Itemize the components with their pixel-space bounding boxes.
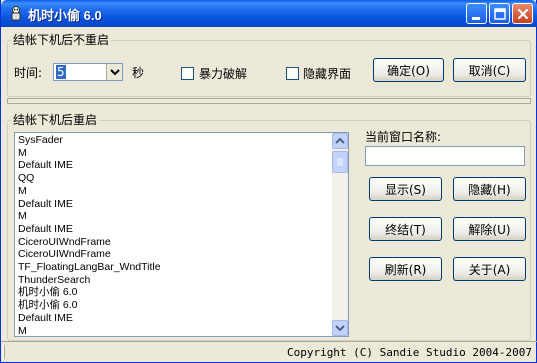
cancel-button[interactable]: 取消(C) bbox=[453, 58, 526, 82]
main-window: 机时小偷 6.0 结帐下机后不重启 时间: 5 秒 暴力破解 隐藏界面 确定(O… bbox=[0, 0, 537, 363]
list-item[interactable]: M bbox=[18, 210, 27, 223]
grip-icon bbox=[337, 158, 343, 166]
list-item[interactable]: ThunderSearch bbox=[18, 274, 90, 287]
hide-interface-checkbox[interactable] bbox=[286, 67, 299, 80]
time-label: 时间: bbox=[14, 66, 43, 80]
hide-interface-label[interactable]: 隐藏界面 bbox=[303, 67, 351, 81]
list-item[interactable]: 机时小偷 6.0 bbox=[18, 299, 78, 312]
list-item[interactable]: TF_FloatingLangBar_WndTitle bbox=[18, 261, 161, 274]
seconds-label: 秒 bbox=[132, 66, 145, 80]
about-button[interactable]: 关于(A) bbox=[453, 257, 526, 281]
maximize-button[interactable] bbox=[489, 3, 510, 24]
show-button[interactable]: 显示(S) bbox=[369, 177, 442, 201]
status-grip bbox=[3, 345, 5, 359]
no-restart-group-title: 结帐下机后不重启 bbox=[11, 33, 112, 47]
list-item[interactable]: SysFader bbox=[18, 134, 63, 147]
current-window-input[interactable] bbox=[365, 146, 525, 166]
vertical-scrollbar[interactable] bbox=[332, 133, 348, 336]
list-item[interactable]: CiceroUIWndFrame bbox=[18, 236, 111, 249]
app-icon bbox=[8, 5, 24, 21]
remove-button[interactable]: 解除(U) bbox=[453, 217, 526, 241]
separator bbox=[7, 98, 531, 104]
end-button[interactable]: 终结(T) bbox=[369, 217, 442, 241]
hide-button[interactable]: 隐藏(H) bbox=[453, 177, 526, 201]
list-item[interactable]: QQ bbox=[18, 172, 34, 185]
close-button[interactable] bbox=[512, 3, 533, 24]
violent-crack-checkbox[interactable] bbox=[181, 67, 194, 80]
ok-button[interactable]: 确定(O) bbox=[373, 58, 444, 82]
window-list[interactable]: SysFader M Default IME QQ M Default IME M Defau… bbox=[14, 132, 349, 337]
window-title: 机时小偷 6.0 bbox=[28, 8, 102, 23]
list-item[interactable]: 机时小偷 6.0 bbox=[18, 286, 78, 299]
restart-group-title: 结帐下机后重启 bbox=[11, 113, 100, 127]
list-item[interactable]: Default IME bbox=[18, 223, 73, 236]
copyright-text: Copyright (C) Sandie Studio 2004-2007 bbox=[286, 346, 532, 359]
list-item[interactable]: M bbox=[18, 185, 27, 198]
time-combobox[interactable]: 5 bbox=[53, 63, 123, 81]
current-window-label: 当前窗口名称: bbox=[365, 130, 442, 144]
list-item[interactable]: CiceroUIWndFrame bbox=[18, 248, 111, 261]
time-dropdown-button[interactable] bbox=[106, 64, 122, 80]
close-icon bbox=[517, 8, 529, 20]
scroll-thumb[interactable] bbox=[332, 151, 348, 173]
chevron-down-icon bbox=[110, 69, 120, 76]
list-item[interactable]: M bbox=[18, 325, 27, 337]
chevron-down-icon bbox=[335, 325, 345, 332]
chevron-up-icon bbox=[335, 137, 345, 144]
refresh-button[interactable]: 刷新(R) bbox=[369, 257, 442, 281]
minimize-button[interactable] bbox=[466, 3, 487, 24]
scroll-down-button[interactable] bbox=[332, 320, 348, 336]
list-item[interactable]: Default IME bbox=[18, 159, 73, 172]
minimize-icon bbox=[472, 17, 480, 20]
list-item[interactable]: Default IME bbox=[18, 312, 73, 325]
violent-crack-label[interactable]: 暴力破解 bbox=[199, 67, 247, 81]
scroll-up-button[interactable] bbox=[332, 133, 348, 149]
list-item[interactable]: Default IME bbox=[18, 198, 73, 211]
title-bar[interactable]: 机时小偷 6.0 bbox=[1, 0, 537, 27]
list-item[interactable]: M bbox=[18, 147, 27, 160]
status-bar: Copyright (C) Sandie Studio 2004-2007 bbox=[1, 341, 537, 362]
maximize-icon bbox=[494, 8, 506, 20]
time-value: 5 bbox=[56, 65, 66, 79]
